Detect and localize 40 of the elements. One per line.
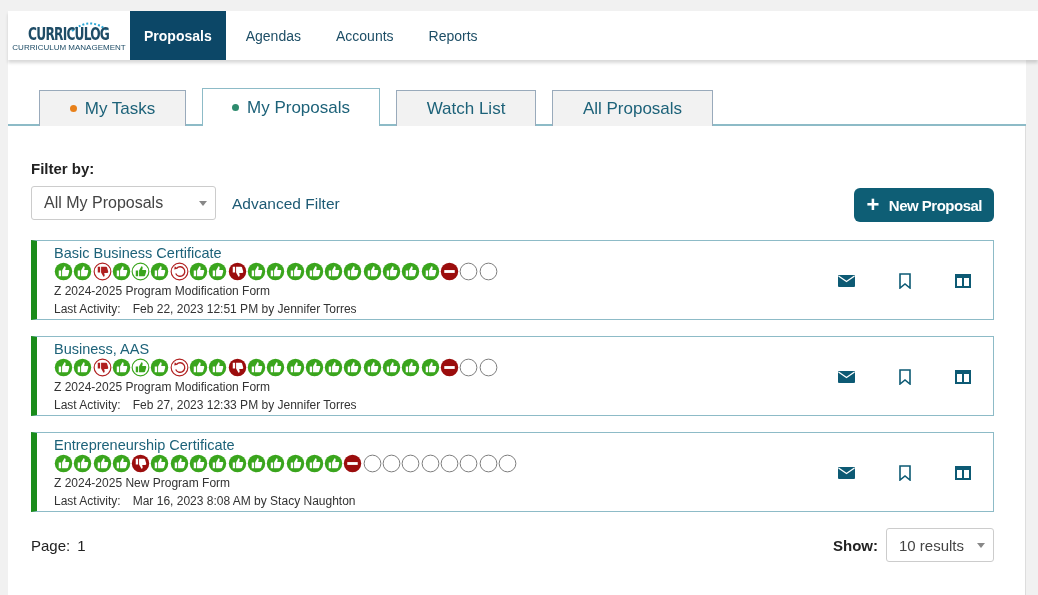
page-label: Page: <box>31 536 71 554</box>
mail-icon[interactable] <box>838 274 855 287</box>
caret-icon <box>199 200 207 206</box>
tab[interactable]: Watch List <box>396 90 536 126</box>
activity-label: Last Activity: <box>54 300 121 317</box>
nav-tab[interactable]: Proposals <box>130 11 226 60</box>
nav-tab[interactable]: Accounts <box>321 11 409 60</box>
filter-dropdown[interactable]: All My Proposals <box>31 186 216 220</box>
tab[interactable]: All Proposals <box>552 90 713 126</box>
bookmark-icon[interactable] <box>899 368 911 385</box>
proposal-title[interactable]: Basic Business Certificate <box>54 244 498 261</box>
nav-tab[interactable]: Agendas <box>230 11 316 60</box>
filter-label: Filter by: <box>31 160 96 177</box>
page-number: 1 <box>77 536 86 554</box>
form-name: Z 2024-2025 New Program Form <box>54 474 232 492</box>
activity-label: Last Activity: <box>54 492 121 509</box>
activity-text: Mar 16, 2023 8:08 AM by Stacy Naughton <box>132 492 356 509</box>
activity-text: Feb 27, 2023 12:33 PM by Jennifer Torres <box>132 396 357 413</box>
mail-icon[interactable] <box>838 370 855 383</box>
columns-icon[interactable] <box>955 273 971 288</box>
nav-tab[interactable]: Reports <box>413 11 493 60</box>
bookmark-icon[interactable] <box>899 272 911 289</box>
advanced-filter-link[interactable]: Advanced Filter <box>232 193 340 213</box>
activity-text: Feb 22, 2023 12:51 PM by Jennifer Torres <box>132 300 357 317</box>
bookmark-icon[interactable] <box>899 464 911 481</box>
caret-icon <box>977 542 985 548</box>
columns-icon[interactable] <box>955 465 971 480</box>
tab[interactable]: My Proposals <box>202 88 380 126</box>
form-name: Z 2024-2025 Program Modification Form <box>54 378 272 396</box>
proposal-title[interactable]: Entrepreneurship Certificate <box>54 436 518 453</box>
show-label: Show: <box>833 536 878 554</box>
activity-label: Last Activity: <box>54 396 121 413</box>
logo[interactable]: CURRICULOG CURRICULUM MANAGEMENT <box>8 11 130 60</box>
tab[interactable]: My Tasks <box>39 90 186 126</box>
form-name: Z 2024-2025 Program Modification Form <box>54 282 272 300</box>
columns-icon[interactable] <box>955 369 971 384</box>
results-dropdown[interactable]: 10 results <box>886 528 994 562</box>
mail-icon[interactable] <box>838 466 855 479</box>
new-proposal-button[interactable]: + New Proposal <box>854 188 994 222</box>
proposal-title[interactable]: Business, AAS <box>54 340 498 357</box>
